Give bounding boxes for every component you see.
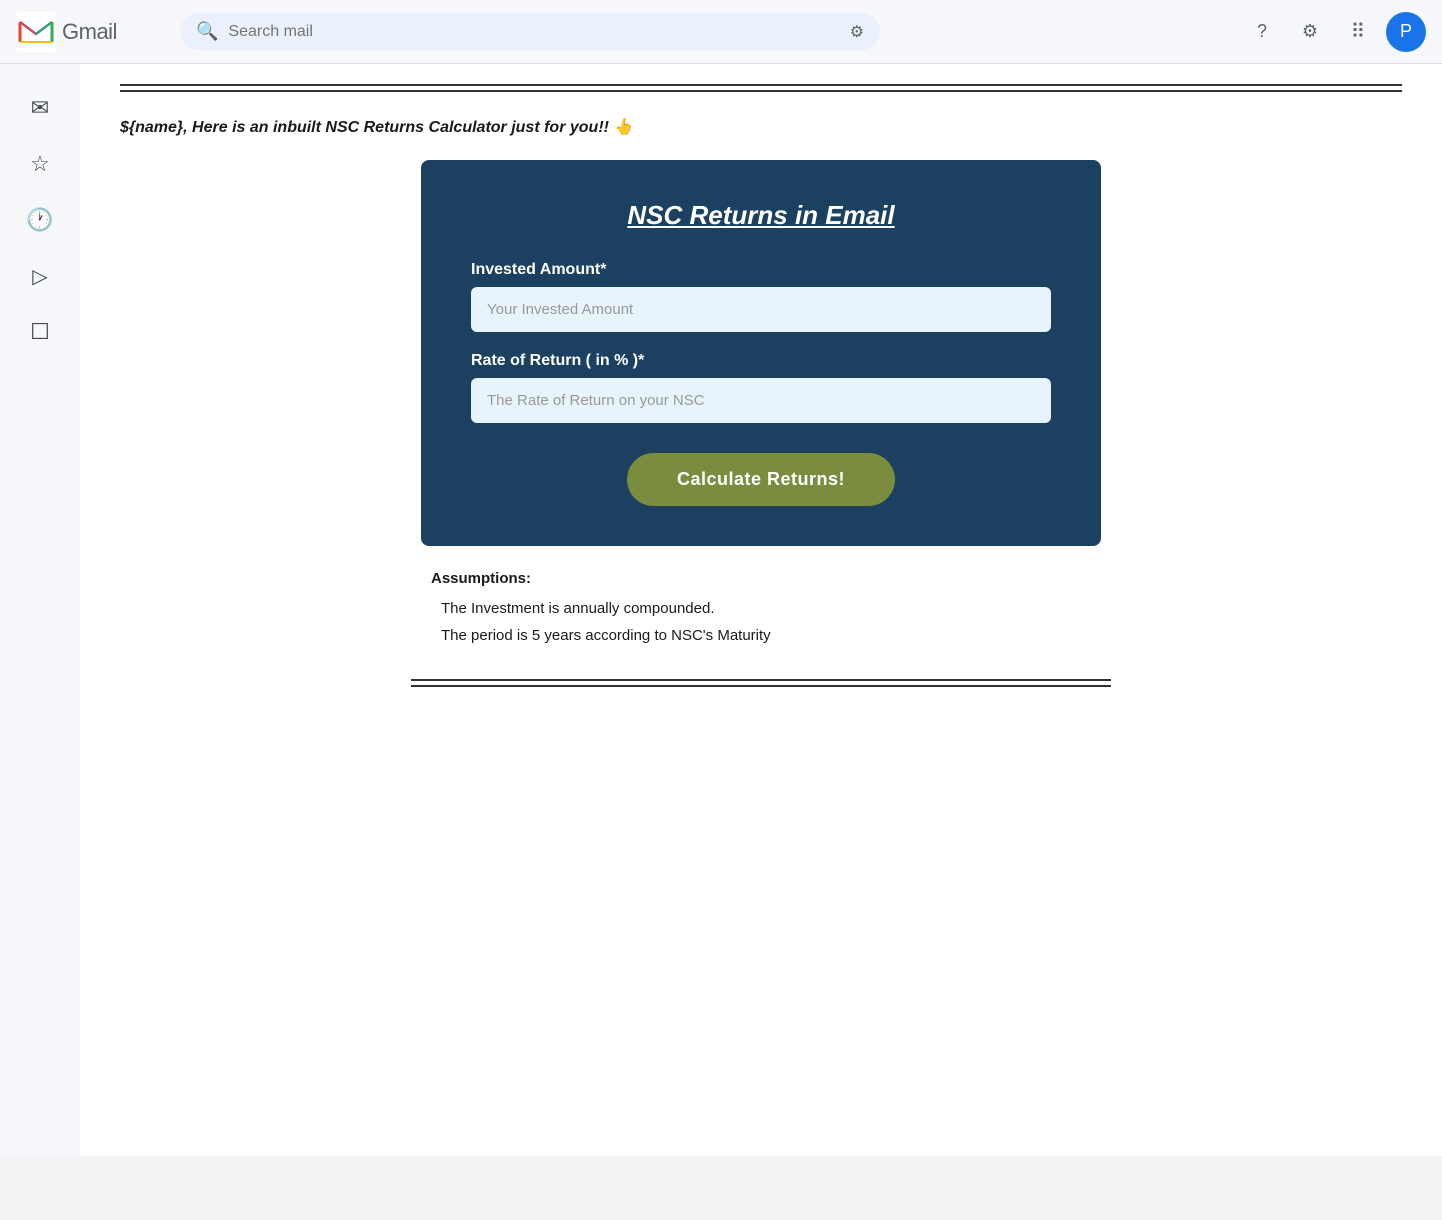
calculate-button[interactable]: Calculate Returns! [627,453,895,506]
settings-icon: ⚙ [1302,21,1318,42]
email-divider-top [120,84,1402,86]
send-icon: ▷ [32,264,47,289]
gmail-logo: Gmail [16,12,156,52]
search-icon: 🔍 [196,21,218,42]
apps-button[interactable]: ⠿ [1338,12,1378,52]
clock-icon: 🕐 [26,207,53,233]
sidebar-item-starred[interactable]: ☆ [16,140,64,188]
sidebar-item-snoozed[interactable]: 🕐 [16,196,64,244]
sidebar-item-drafts[interactable]: ☐ [16,308,64,356]
assumptions-section: Assumptions: The Investment is annually … [421,570,1101,649]
assumptions-list: The Investment is annually compounded. T… [431,595,1091,649]
content-area: ${name}, Here is an inbuilt NSC Returns … [80,64,1442,1156]
draft-icon: ☐ [30,319,50,345]
sidebar-item-sent[interactable]: ▷ [16,252,64,300]
topbar: Gmail 🔍 ⚙ ? ⚙ ⠿ P [0,0,1442,64]
assumptions-title: Assumptions: [431,570,1091,587]
help-icon: ? [1257,21,1267,42]
rate-of-return-group: Rate of Return ( in % )* [471,352,1051,423]
rate-of-return-input[interactable] [471,378,1051,423]
apps-icon: ⠿ [1351,19,1366,44]
assumption-item-2: The period is 5 years according to NSC's… [441,622,1091,649]
email-divider-bottom [411,679,1111,681]
search-bar[interactable]: 🔍 ⚙ [180,13,880,50]
nsc-card-title: NSC Returns in Email [471,200,1051,231]
main-layout: ✉ ☆ 🕐 ▷ ☐ ${name}, Here is an inbuilt NS… [0,64,1442,1156]
filter-icon[interactable]: ⚙ [850,22,864,42]
avatar-button[interactable]: P [1386,12,1426,52]
invested-amount-label: Invested Amount* [471,261,1051,279]
gmail-m-icon [16,12,56,52]
help-button[interactable]: ? [1242,12,1282,52]
sidebar-item-compose[interactable]: ✉ [16,84,64,132]
invested-amount-group: Invested Amount* [471,261,1051,332]
email-intro-text: ${name}, Here is an inbuilt NSC Returns … [120,116,1402,140]
settings-button[interactable]: ⚙ [1290,12,1330,52]
sidebar: ✉ ☆ 🕐 ▷ ☐ [0,64,80,1156]
search-input[interactable] [228,23,839,41]
gmail-label: Gmail [62,19,117,45]
email-divider-top2 [120,90,1402,92]
rate-of-return-label: Rate of Return ( in % )* [471,352,1051,370]
topbar-icons: ? ⚙ ⠿ P [1242,12,1426,52]
assumption-item-1: The Investment is annually compounded. [441,595,1091,622]
nsc-card: NSC Returns in Email Invested Amount* Ra… [421,160,1101,546]
invested-amount-input[interactable] [471,287,1051,332]
compose-icon: ✉ [31,95,49,121]
email-divider-bottom2 [411,685,1111,687]
star-icon: ☆ [30,151,50,177]
